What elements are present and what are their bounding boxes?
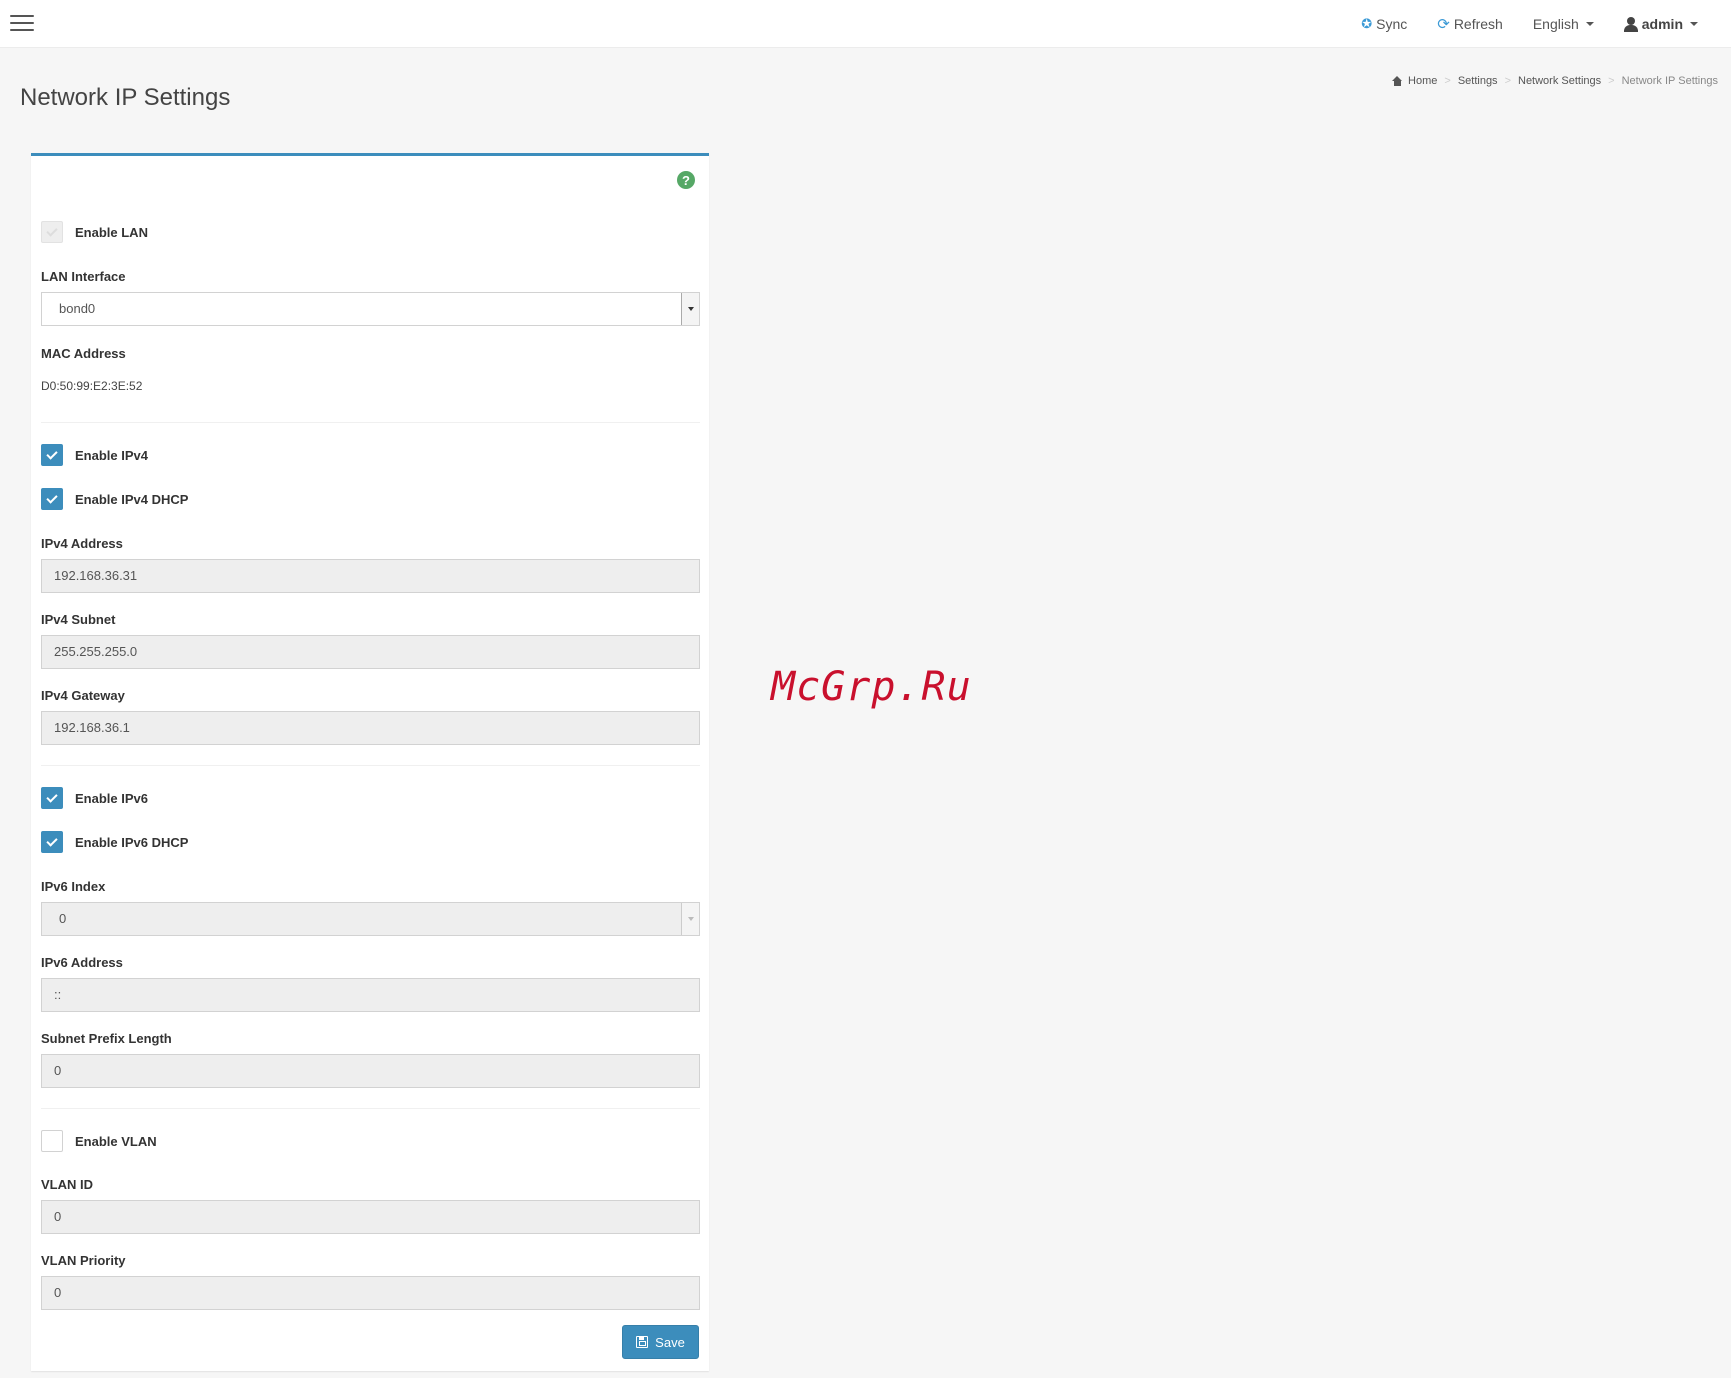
enable-vlan-checkbox-row[interactable]: Enable VLAN	[41, 1130, 157, 1152]
language-label: English	[1532, 16, 1579, 32]
chevron-down-icon	[1690, 22, 1698, 26]
enable-ipv4-dhcp-checkbox-row[interactable]: Enable IPv4 DHCP	[41, 488, 188, 510]
ipv4-address-label: IPv4 Address	[41, 536, 123, 551]
lan-interface-select[interactable]: bond0	[41, 292, 700, 326]
enable-lan-label: Enable LAN	[75, 224, 148, 240]
breadcrumb-network-settings-link[interactable]: Network Settings	[1518, 75, 1601, 87]
refresh-button[interactable]: ⟳ Refresh	[1422, 0, 1518, 48]
lan-interface-label: LAN Interface	[41, 269, 126, 284]
enable-ipv4-checkbox-row[interactable]: Enable IPv4	[41, 444, 148, 466]
enable-ipv6-checkbox-row[interactable]: Enable IPv6	[41, 787, 148, 809]
lan-interface-value: bond0	[59, 301, 96, 316]
language-dropdown[interactable]: English	[1518, 0, 1609, 48]
watermark-text: McGrp.Ru	[771, 664, 972, 710]
ipv6-address-label: IPv6 Address	[41, 955, 123, 970]
enable-ipv6-dhcp-checkbox[interactable]	[41, 831, 63, 853]
network-ip-settings-panel: ? Enable LAN LAN Interface bond0 MAC Add…	[31, 153, 709, 1371]
enable-vlan-checkbox[interactable]	[41, 1130, 63, 1152]
ipv6-address-field[interactable]: ::	[41, 978, 700, 1012]
save-icon	[636, 1336, 649, 1348]
sync-button[interactable]: ✪ Sync	[1346, 0, 1422, 48]
save-button[interactable]: Save	[622, 1325, 699, 1359]
ipv4-gateway-field[interactable]: 192.168.36.1	[41, 711, 700, 745]
save-label: Save	[655, 1334, 685, 1350]
breadcrumb-current: Network IP Settings	[1621, 75, 1718, 87]
vlan-priority-field[interactable]: 0	[41, 1276, 700, 1310]
breadcrumb-home-link[interactable]: Home	[1408, 75, 1437, 87]
section-divider	[41, 422, 700, 423]
ipv4-subnet-label: IPv4 Subnet	[41, 612, 116, 627]
mac-address-label: MAC Address	[41, 346, 126, 361]
ipv6-index-value: 0	[59, 911, 67, 926]
subnet-prefix-length-label: Subnet Prefix Length	[41, 1031, 172, 1046]
breadcrumb-separator: >	[1504, 75, 1511, 87]
enable-ipv4-dhcp-label: Enable IPv4 DHCP	[75, 491, 189, 507]
section-divider	[41, 765, 700, 766]
enable-ipv4-label: Enable IPv4	[75, 447, 148, 463]
chevron-down-icon[interactable]	[681, 293, 699, 325]
chevron-down-icon[interactable]	[681, 903, 699, 935]
top-nav-menu: ✪ Sync ⟳ Refresh English admin	[1346, 0, 1713, 48]
ipv4-address-field[interactable]: 192.168.36.31	[41, 559, 700, 593]
hamburger-menu-icon[interactable]	[10, 15, 34, 33]
breadcrumb: Home > Settings > Network Settings > Net…	[1392, 75, 1718, 87]
enable-vlan-label: Enable VLAN	[75, 1133, 157, 1149]
user-label: admin	[1641, 16, 1683, 32]
sync-label: Sync	[1376, 16, 1408, 32]
vlan-priority-label: VLAN Priority	[41, 1253, 126, 1268]
ipv6-index-select[interactable]: 0	[41, 902, 700, 936]
refresh-icon: ⟳	[1437, 16, 1450, 33]
refresh-label: Refresh	[1453, 16, 1503, 32]
enable-ipv6-dhcp-checkbox-row[interactable]: Enable IPv6 DHCP	[41, 831, 188, 853]
enable-lan-checkbox[interactable]	[41, 221, 63, 243]
help-icon[interactable]: ?	[677, 171, 695, 189]
top-navbar: ✪ Sync ⟳ Refresh English admin	[0, 0, 1731, 48]
page-title: Network IP Settings	[20, 84, 231, 111]
enable-lan-checkbox-row[interactable]: Enable LAN	[41, 221, 148, 243]
ipv6-index-label: IPv6 Index	[41, 879, 106, 894]
breadcrumb-separator: >	[1444, 75, 1451, 87]
breadcrumb-separator: >	[1608, 75, 1615, 87]
enable-ipv4-checkbox[interactable]	[41, 444, 63, 466]
breadcrumb-settings-link[interactable]: Settings	[1458, 75, 1498, 87]
subnet-prefix-length-field[interactable]: 0	[41, 1054, 700, 1088]
ipv4-gateway-label: IPv4 Gateway	[41, 688, 125, 703]
vlan-id-label: VLAN ID	[41, 1177, 93, 1192]
home-icon	[1392, 76, 1403, 86]
enable-ipv6-checkbox[interactable]	[41, 787, 63, 809]
vlan-id-field[interactable]: 0	[41, 1200, 700, 1234]
enable-ipv6-label: Enable IPv6	[75, 790, 148, 806]
mac-address-value: D0:50:99:E2:3E:52	[41, 379, 143, 393]
user-icon	[1623, 16, 1638, 32]
enable-ipv4-dhcp-checkbox[interactable]	[41, 488, 63, 510]
user-menu-dropdown[interactable]: admin	[1609, 0, 1713, 48]
enable-ipv6-dhcp-label: Enable IPv6 DHCP	[75, 834, 189, 850]
ipv4-subnet-field[interactable]: 255.255.255.0	[41, 635, 700, 669]
chevron-down-icon	[1585, 22, 1594, 26]
section-divider	[41, 1108, 700, 1109]
sync-icon: ✪	[1361, 16, 1373, 31]
